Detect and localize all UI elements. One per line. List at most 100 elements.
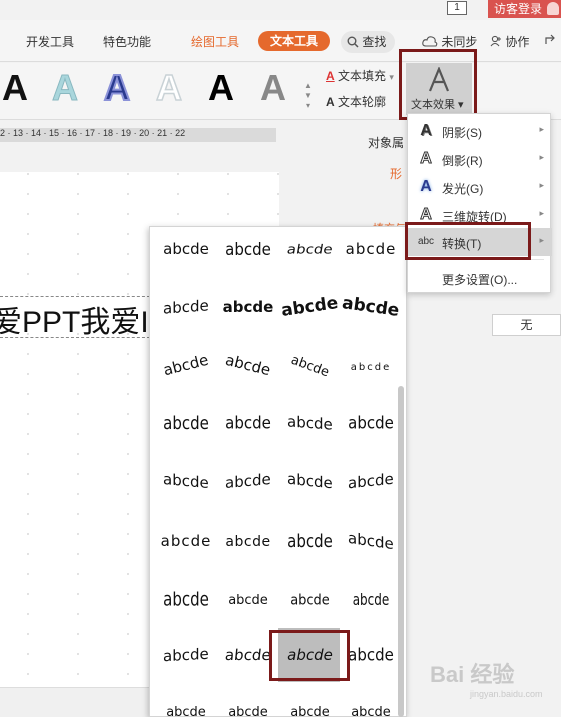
shadow-icon: A: [420, 122, 432, 139]
transform-style-sample: abcde: [285, 241, 335, 257]
transform-style-sample: abcde: [225, 534, 271, 550]
menu-item-label: 更多设置(O)...: [442, 273, 518, 287]
chevron-right-icon: ▸: [539, 152, 544, 162]
transform-style-sample: abcde: [348, 469, 394, 493]
transform-style-sample: abcde: [225, 470, 271, 492]
style-gallery-scroll[interactable]: ▲ ▼ ▾: [303, 81, 313, 111]
collab-label: 协作: [505, 35, 530, 49]
transform-style-r5-c3[interactable]: abcde: [280, 458, 340, 504]
transform-style-sample: abcde: [161, 350, 211, 380]
art-style-3[interactable]: A: [103, 66, 131, 109]
transform-style-r2-c3[interactable]: abcde: [280, 284, 340, 330]
transform-style-sample: abcde: [163, 470, 209, 492]
transform-style-r2-c2[interactable]: abcde: [218, 284, 278, 330]
tab-shape[interactable]: 形: [390, 165, 402, 182]
transform-style-r4-c2[interactable]: abcde: [218, 400, 278, 446]
transform-style-r4-c4[interactable]: abcde: [341, 400, 401, 446]
text-fill-icon: A: [326, 69, 335, 83]
sync-status-button[interactable]: 未同步: [422, 33, 477, 50]
transform-style-r4-c1[interactable]: abcde: [156, 400, 216, 446]
transform-style-sample: abcde: [222, 298, 274, 316]
art-style-6[interactable]: A: [260, 67, 286, 109]
transform-style-r9-c4[interactable]: abcde: [341, 688, 401, 717]
text-art-ribbon: A A A A A A ▲ ▼ ▾ A 文本填充 ▾ A 文本轮廓 文本效果 ▾: [0, 49, 561, 120]
transform-style-sample: abcde: [163, 644, 209, 666]
chevron-right-icon: ▸: [539, 208, 544, 218]
transform-style-r2-c4[interactable]: abcde: [341, 284, 401, 330]
transform-style-r8-c4[interactable]: abcde: [341, 632, 401, 678]
transform-style-r7-c2[interactable]: abcde: [218, 576, 278, 622]
search-label: 查找: [362, 35, 387, 49]
transform-style-r1-c4[interactable]: abcde: [341, 226, 401, 272]
transform-style-r3-c1[interactable]: abcde: [156, 342, 216, 388]
tab-text-tools[interactable]: 文本工具: [258, 31, 330, 51]
transform-style-r6-c2[interactable]: abcde: [218, 518, 278, 564]
sync-status-label: 未同步: [441, 35, 478, 49]
none-button[interactable]: 无: [492, 314, 561, 336]
tab-draw-tools[interactable]: 绘图工具: [191, 33, 239, 50]
transform-style-sample: abcde: [163, 412, 209, 434]
transform-style-r9-c3[interactable]: abcde: [280, 688, 340, 717]
watermark-url: jingyan.baidu.com: [470, 689, 543, 699]
menu-item-glow[interactable]: A 发光(G) ▸: [408, 173, 552, 201]
transform-style-r6-c1[interactable]: abcde: [156, 518, 216, 564]
text-effect-menu: A 阴影(S) ▸ A 倒影(R) ▸ A 发光(G) ▸ A 三维旋转(D) ▸ abc 转换(T) ▸ 更…: [407, 113, 552, 293]
transform-style-r4-c3[interactable]: abcde: [280, 400, 340, 446]
transform-style-sample: abcde: [280, 293, 340, 321]
art-style-1[interactable]: A: [2, 67, 28, 109]
transform-style-sample: abcde: [350, 362, 392, 373]
transform-style-sample: abcde: [348, 645, 394, 665]
text-fill-button[interactable]: A 文本填充 ▾: [326, 67, 394, 84]
search-icon: [347, 36, 359, 48]
art-style-4[interactable]: A: [155, 66, 183, 109]
transform-style-r5-c2[interactable]: abcde: [218, 458, 278, 504]
transform-style-r7-c1[interactable]: abcde: [156, 576, 216, 622]
transform-style-r7-c3[interactable]: abcde: [280, 576, 340, 622]
transform-style-r3-c3[interactable]: abcde: [280, 342, 340, 388]
transform-style-sample: abcde: [352, 590, 390, 610]
guest-login-button[interactable]: 访客登录: [488, 0, 561, 18]
text-effect-highlight: [399, 49, 477, 120]
selected-transform-highlight: [269, 630, 350, 681]
transform-style-r5-c4[interactable]: abcde: [341, 458, 401, 504]
share-icon[interactable]: [545, 33, 559, 48]
transform-style-sample: abcde: [163, 240, 209, 258]
reflection-icon: A: [420, 150, 433, 168]
transform-style-r5-c1[interactable]: abcde: [156, 458, 216, 504]
search-button[interactable]: 查找: [341, 31, 395, 53]
menu-item-none[interactable]: 更多设置(O)...: [408, 264, 552, 292]
transform-style-r3-c4[interactable]: abcde: [341, 342, 401, 388]
user-add-icon: [490, 35, 501, 47]
transform-style-r3-c2[interactable]: abcde: [218, 342, 278, 388]
chevron-right-icon: ▸: [539, 180, 544, 190]
menu-item-label: 发光(G): [442, 182, 484, 196]
menu-item-shadow[interactable]: A 阴影(S) ▸: [408, 117, 552, 145]
transform-style-r9-c1[interactable]: abcde: [156, 688, 216, 717]
transform-style-r6-c4[interactable]: abcde: [341, 518, 401, 564]
text-outline-button[interactable]: A 文本轮廓: [326, 93, 386, 110]
transform-style-r8-c1[interactable]: abcde: [156, 632, 216, 678]
slide-text[interactable]: 爱PPT我爱I: [0, 297, 149, 341]
tab-dev-tools[interactable]: 开发工具: [26, 33, 74, 50]
collab-button[interactable]: 协作: [490, 33, 529, 50]
transform-style-sample: abcde: [163, 587, 209, 611]
text-outline-label: 文本轮廓: [338, 95, 387, 109]
watermark: Bai 经验: [430, 662, 515, 687]
transform-style-r1-c3[interactable]: abcde: [280, 226, 340, 272]
transform-item-highlight: [405, 222, 531, 260]
art-style-2[interactable]: A: [52, 67, 79, 109]
transform-style-r1-c2[interactable]: abcde: [218, 226, 278, 272]
transform-style-r2-c1[interactable]: abcde: [156, 284, 216, 330]
transform-style-r1-c1[interactable]: abcde: [156, 226, 216, 272]
art-style-5[interactable]: A: [208, 67, 234, 109]
transform-style-r6-c3[interactable]: abcde: [280, 518, 340, 564]
transform-style-sample: abcde: [288, 352, 332, 381]
gallery-scrollbar[interactable]: [398, 386, 404, 717]
menu-item-reflection[interactable]: A 倒影(R) ▸: [408, 145, 552, 173]
transform-style-r7-c4[interactable]: abcde: [341, 576, 401, 622]
cloud-icon: [422, 36, 438, 47]
page-number-badge[interactable]: 1: [447, 1, 467, 15]
transform-style-r9-c2[interactable]: abcde: [218, 688, 278, 717]
tab-special-features[interactable]: 特色功能: [103, 33, 151, 50]
transform-style-sample: abcde: [166, 705, 206, 717]
